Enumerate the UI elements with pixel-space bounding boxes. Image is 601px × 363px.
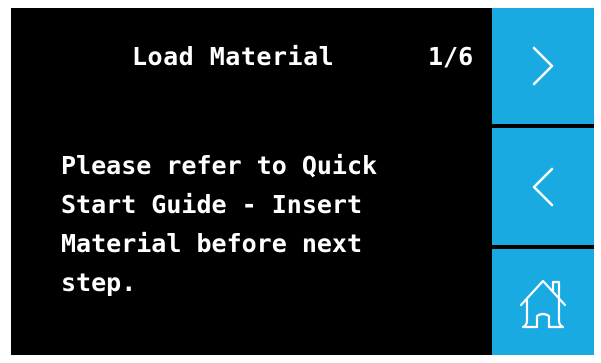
back-button[interactable]: [492, 128, 594, 245]
side-navigation: [492, 8, 594, 355]
home-icon: [519, 279, 567, 329]
content-area: Load Material 1/6 Please refer to Quick …: [11, 8, 492, 355]
message-line: Material before next: [61, 229, 363, 258]
next-button[interactable]: [492, 8, 594, 124]
message-line: Please refer to Quick: [61, 151, 378, 180]
step-indicator: 1/6: [428, 42, 474, 71]
page-title: Load Material: [132, 42, 335, 71]
home-button[interactable]: [492, 249, 594, 355]
chevron-left-icon: [532, 167, 554, 206]
touchscreen: Load Material 1/6 Please refer to Quick …: [11, 8, 594, 355]
message-line: step.: [61, 268, 137, 297]
chevron-right-icon: [532, 46, 554, 86]
message-line: Start Guide - Insert: [61, 190, 363, 219]
instruction-message: Please refer to Quick Start Guide - Inse…: [61, 146, 481, 302]
